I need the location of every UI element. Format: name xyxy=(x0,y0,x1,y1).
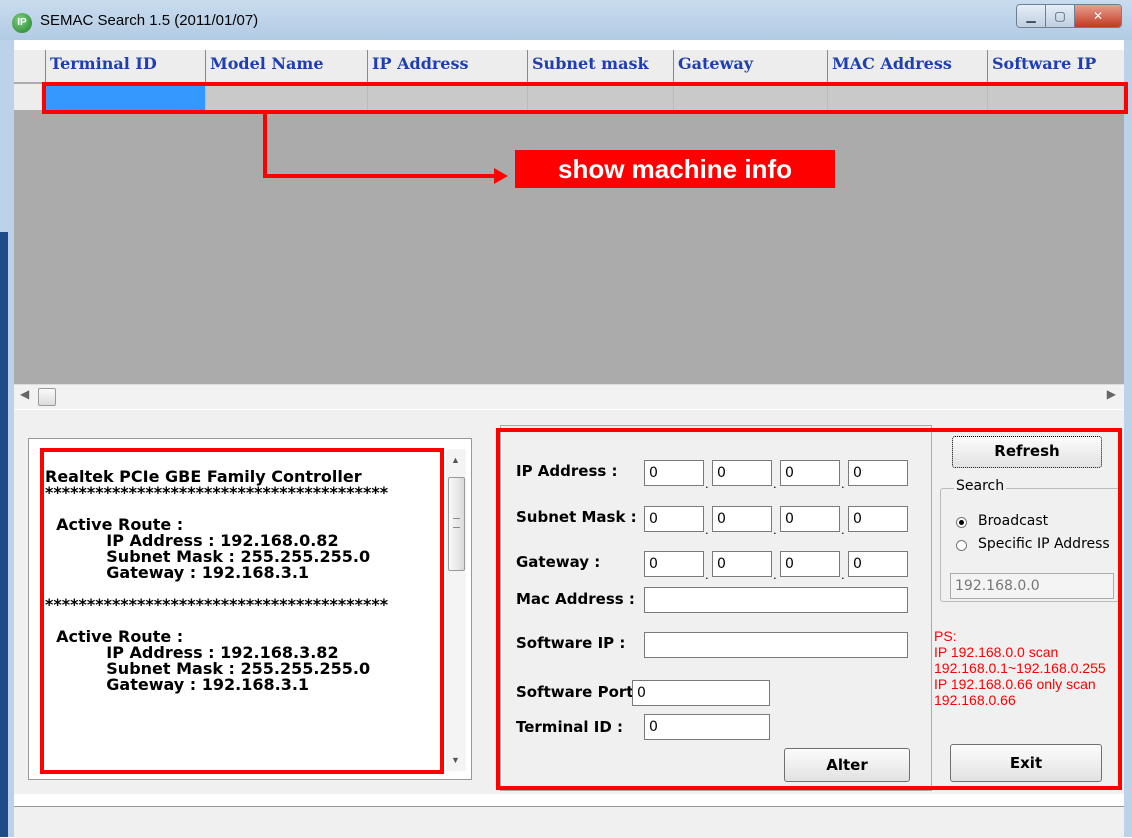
grid-corner xyxy=(14,50,46,82)
scroll-thumb[interactable] xyxy=(448,477,465,571)
column-mac-address[interactable]: MAC Address xyxy=(828,50,988,82)
scroll-left-icon[interactable]: ◀ xyxy=(20,387,29,401)
vertical-scrollbar[interactable]: ▲ ▼ xyxy=(446,449,466,771)
annotation-connector xyxy=(263,174,497,178)
minimize-button[interactable]: ▁ xyxy=(1017,5,1046,27)
scroll-up-icon[interactable]: ▲ xyxy=(451,455,460,465)
status-bar xyxy=(14,806,1124,838)
scroll-thumb[interactable] xyxy=(38,388,56,406)
title-bar: IP SEMAC Search 1.5 (2011/01/07) ▁ ▢ ✕ xyxy=(0,0,1132,40)
grid-header: Terminal ID Model Name IP Address Subnet… xyxy=(14,50,1124,82)
arrow-right-icon xyxy=(494,168,508,184)
annotation-connector xyxy=(263,112,267,178)
column-subnet-mask[interactable]: Subnet mask xyxy=(528,50,674,82)
window-right-edge xyxy=(1124,40,1132,837)
column-gateway[interactable]: Gateway xyxy=(674,50,828,82)
annotation-label: show machine info xyxy=(515,150,835,188)
column-terminal-id[interactable]: Terminal ID xyxy=(46,50,206,82)
annotation-form-highlight xyxy=(496,428,1122,790)
scroll-down-icon[interactable]: ▼ xyxy=(451,755,460,765)
app-icon: IP xyxy=(12,13,32,33)
maximize-button[interactable]: ▢ xyxy=(1046,5,1075,27)
horizontal-scrollbar[interactable]: ◀ ▶ xyxy=(14,384,1124,409)
column-ip-address[interactable]: IP Address xyxy=(368,50,528,82)
background-window-edge xyxy=(0,232,8,837)
window-controls: ▁ ▢ ✕ xyxy=(1016,4,1122,28)
annotation-info-highlight xyxy=(40,448,444,774)
grip-icon xyxy=(453,518,460,528)
column-model-name[interactable]: Model Name xyxy=(206,50,368,82)
annotation-row-highlight xyxy=(42,82,1128,114)
scroll-right-icon[interactable]: ▶ xyxy=(1107,387,1116,401)
column-software-ip[interactable]: Software IP xyxy=(988,50,1124,82)
window-title: SEMAC Search 1.5 (2011/01/07) xyxy=(40,12,259,29)
close-button[interactable]: ✕ xyxy=(1075,5,1121,27)
